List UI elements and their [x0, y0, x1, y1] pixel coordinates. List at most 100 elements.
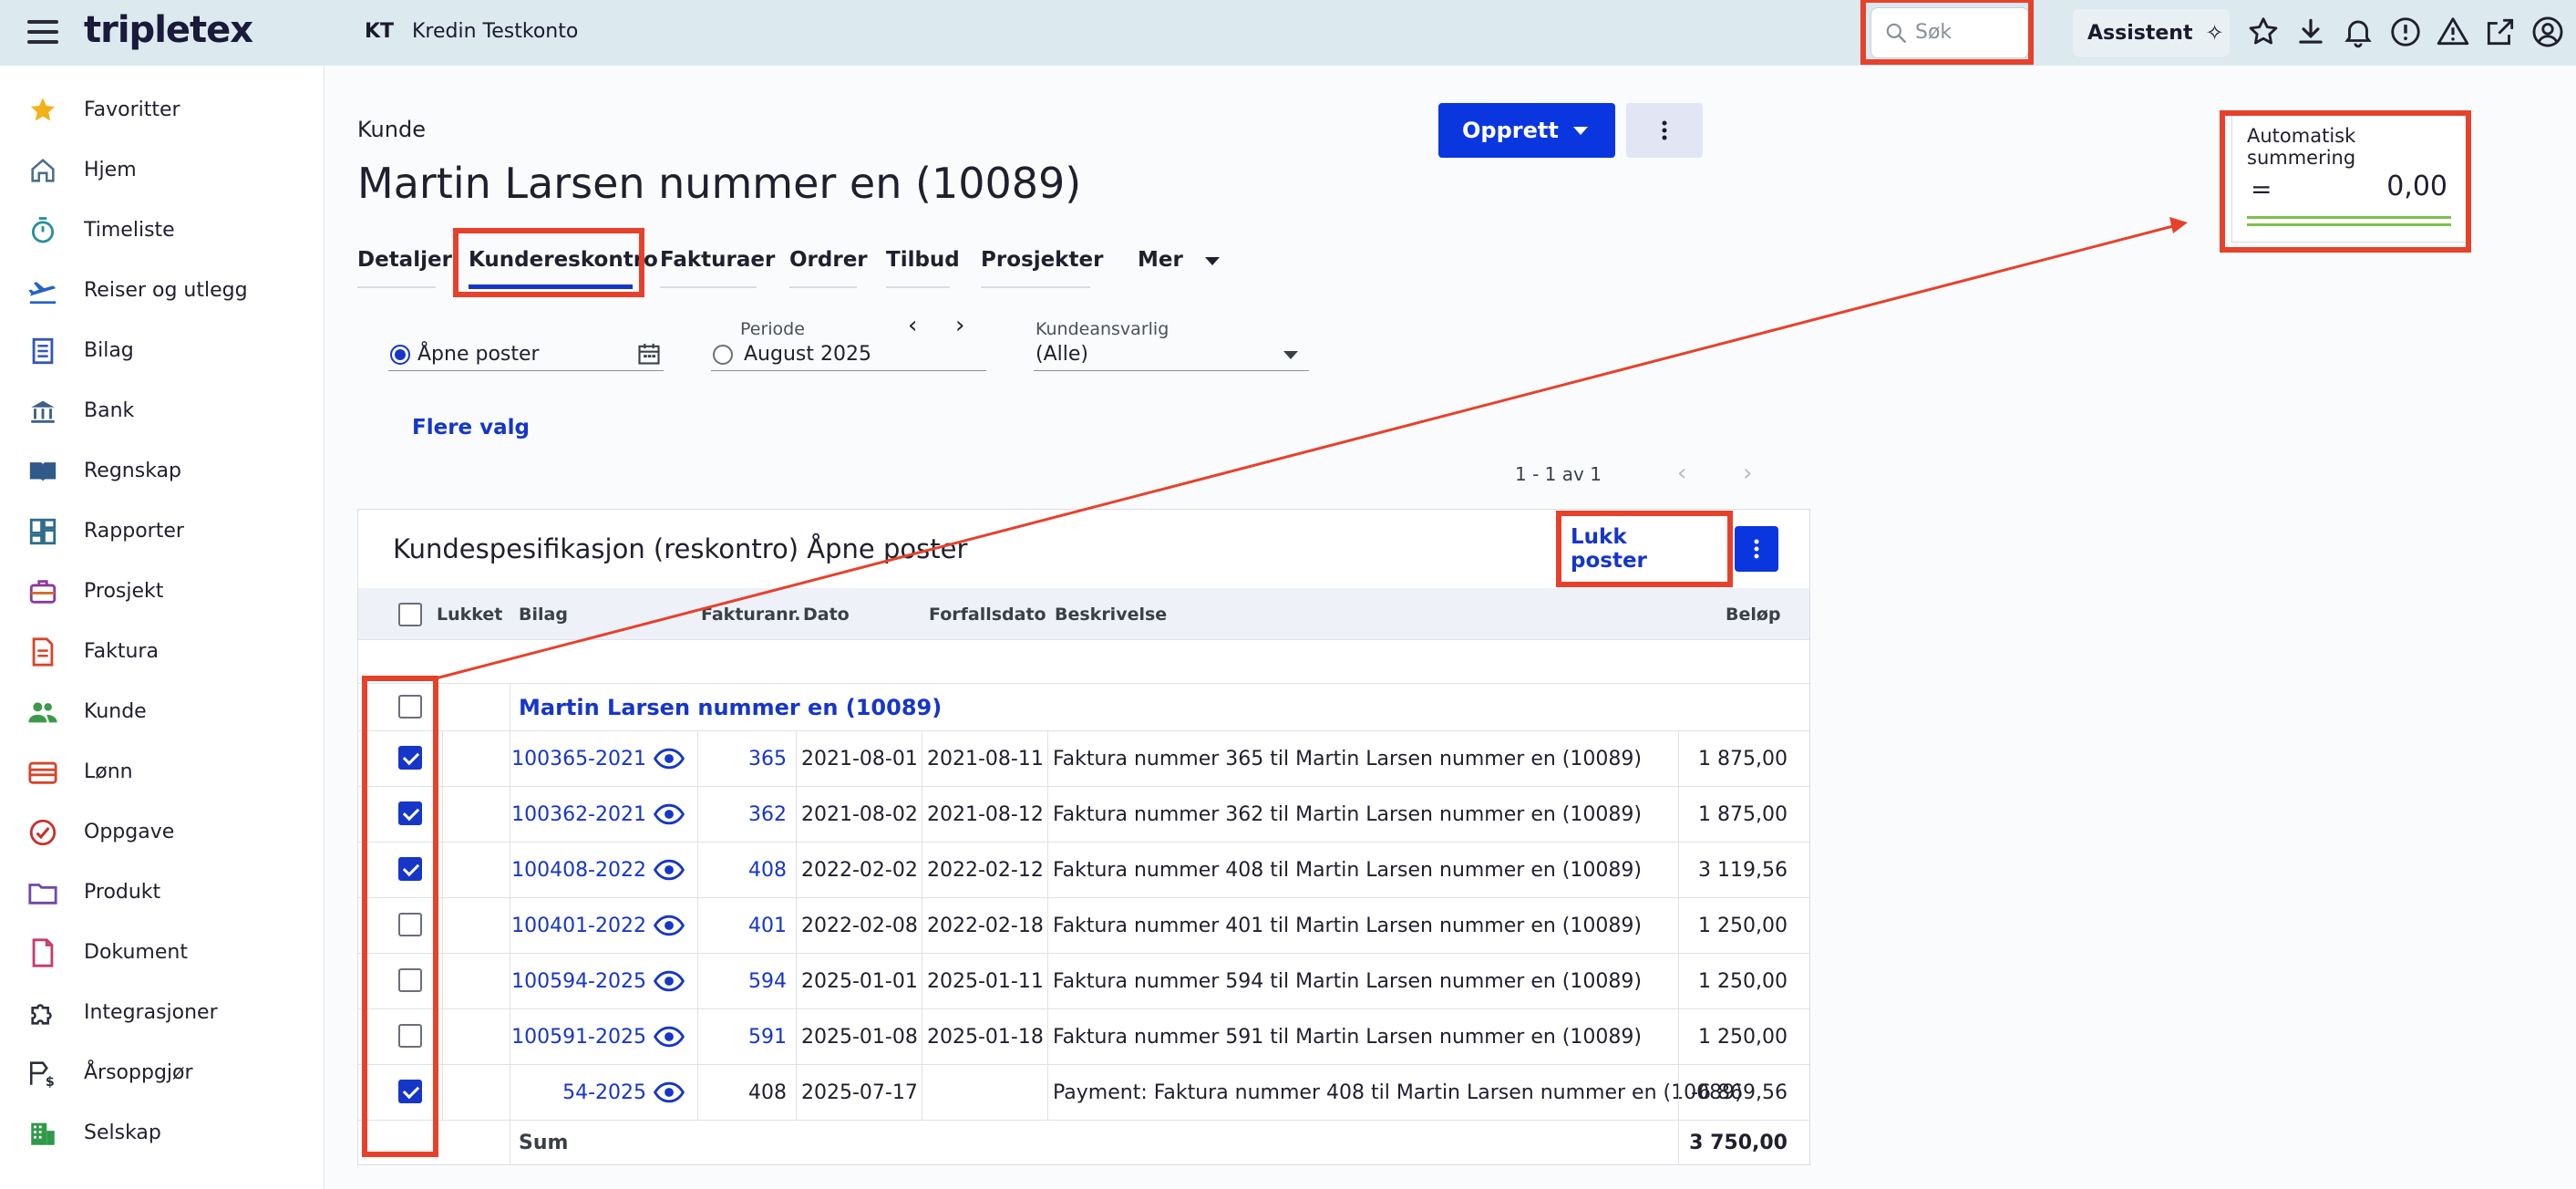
create-button[interactable]: Opprett — [1438, 103, 1615, 158]
pager-next-icon[interactable]: › — [1743, 460, 1752, 487]
sidebar-item--rsoppgj-r[interactable]: $ Årsoppgjør — [0, 1045, 325, 1100]
sidebar-item-favoritter[interactable]: Favoritter — [0, 82, 325, 137]
sidebar-item-label: Timeliste — [84, 219, 175, 242]
user-icon[interactable] — [2530, 15, 2565, 49]
chevron-down-icon[interactable] — [1283, 351, 1298, 359]
invoice-number[interactable]: 408 — [748, 859, 787, 882]
invoice-number[interactable]: 362 — [748, 803, 787, 826]
table-row[interactable]: 100362-2021 362 2021-08-02 2021-08-12 Faktur… — [358, 786, 1809, 842]
open-items-radio[interactable] — [390, 345, 410, 365]
menu-icon[interactable] — [27, 20, 58, 46]
sidebar-item-l-nn[interactable]: Lønn — [0, 744, 325, 799]
row-checkbox[interactable] — [398, 857, 422, 881]
bell-icon[interactable] — [2341, 15, 2375, 49]
sidebar-item-kunde[interactable]: Kunde — [0, 684, 325, 739]
card-more-button[interactable] — [1735, 526, 1778, 572]
invoice-number[interactable]: 365 — [748, 748, 787, 770]
eye-icon[interactable] — [653, 801, 685, 827]
table-row[interactable]: 100408-2022 408 2022-02-02 2022-02-12 Faktur… — [358, 842, 1809, 897]
chevron-left-icon[interactable]: ‹ — [908, 312, 917, 339]
eye-icon[interactable] — [653, 746, 685, 771]
sidebar-item-integrasjoner[interactable]: Integrasjoner — [0, 985, 325, 1039]
sidebar-item-reiser-og-utlegg[interactable]: Reiser og utlegg — [0, 263, 325, 317]
voucher-link[interactable]: 100362-2021 — [511, 803, 646, 826]
group-checkbox[interactable] — [398, 695, 422, 719]
pager-prev-icon[interactable]: ‹ — [1677, 460, 1686, 487]
invoice-number[interactable]: 591 — [748, 1026, 787, 1049]
row-checkbox[interactable] — [398, 1024, 422, 1048]
col-header[interactable]: Beskrivelse — [1055, 605, 1167, 625]
info-circle-icon[interactable] — [2388, 15, 2423, 49]
tab-kundereskontro[interactable]: Kundereskontro — [469, 248, 658, 289]
voucher-link[interactable]: 100591-2025 — [511, 1026, 646, 1049]
sidebar-item-dokument[interactable]: Dokument — [0, 925, 325, 979]
period-value[interactable]: August 2025 — [744, 343, 871, 366]
sidebar-item-faktura[interactable]: Faktura — [0, 624, 325, 678]
table-row[interactable]: 100591-2025 591 2025-01-08 2025-01-18 Faktur… — [358, 1008, 1809, 1064]
sidebar-item-hjem[interactable]: Hjem — [0, 142, 325, 197]
sidebar-item-selskap[interactable]: Selskap — [0, 1105, 325, 1160]
table-row[interactable]: 54-2025 408 2025-07-17 Payment: Faktura num… — [358, 1064, 1809, 1120]
col-header[interactable]: Forfallsdato — [929, 605, 1046, 625]
row-checkbox[interactable] — [398, 1080, 422, 1103]
warning-icon[interactable] — [2436, 15, 2470, 49]
sidebar-item-produkt[interactable]: Produkt — [0, 864, 325, 919]
eye-icon[interactable] — [653, 1080, 685, 1105]
table-row[interactable]: 100594-2025 594 2025-01-01 2025-01-11 Faktur… — [358, 953, 1809, 1008]
table-row[interactable]: 100401-2022 401 2022-02-08 2022-02-18 Faktur… — [358, 897, 1809, 953]
row-checkbox[interactable] — [398, 746, 422, 770]
tab-prosjekter[interactable]: Prosjekter — [981, 248, 1103, 288]
sidebar-item-prosjekt[interactable]: Prosjekt — [0, 563, 325, 618]
breadcrumb[interactable]: Kunde — [357, 117, 426, 142]
select-all-checkbox[interactable] — [398, 603, 422, 626]
tab-detaljer[interactable]: Detaljer — [357, 248, 452, 288]
tab-ordrer[interactable]: Ordrer — [789, 248, 868, 288]
company-name[interactable]: Kredin Testkonto — [412, 20, 578, 43]
col-header[interactable]: Dato — [803, 605, 850, 625]
star-icon[interactable] — [2246, 15, 2281, 49]
sidebar-item-bilag[interactable]: Bilag — [0, 323, 325, 377]
responsible-select[interactable]: (Alle) — [1036, 343, 1088, 366]
col-header[interactable]: Bilag — [519, 605, 568, 625]
sidebar-item-regnskap[interactable]: Regnskap — [0, 443, 325, 498]
calendar-icon[interactable] — [636, 341, 662, 367]
more-options-link[interactable]: Flere valg — [412, 416, 530, 439]
col-header[interactable]: Beløp — [1726, 605, 1781, 625]
voucher-link[interactable]: 54-2025 — [562, 1081, 646, 1104]
search-input[interactable]: Søk — [1870, 7, 2029, 58]
eye-icon[interactable] — [653, 1024, 685, 1049]
sidebar-item-timeliste[interactable]: Timeliste — [0, 202, 325, 257]
chevron-down-icon[interactable] — [1205, 257, 1220, 265]
row-checkbox[interactable] — [398, 913, 422, 936]
chevron-right-icon[interactable]: › — [955, 312, 964, 339]
row-checkbox[interactable] — [398, 968, 422, 992]
col-header[interactable]: Lukket — [437, 605, 502, 625]
tab-mer[interactable]: Mer — [1138, 248, 1183, 288]
voucher-link[interactable]: 100594-2025 — [511, 970, 646, 993]
eye-icon[interactable] — [653, 968, 685, 994]
voucher-link[interactable]: 100365-2021 — [511, 748, 646, 770]
sidebar-item-rapporter[interactable]: Rapporter — [0, 503, 325, 558]
tab-tilbud[interactable]: Tilbud — [886, 248, 960, 288]
invoice-number[interactable]: 401 — [748, 915, 787, 937]
eye-icon[interactable] — [653, 913, 685, 938]
table-row[interactable]: 100365-2021 365 2021-08-01 2021-08-11 Faktur… — [358, 730, 1809, 786]
invoice-number[interactable]: 594 — [748, 970, 787, 993]
col-header[interactable]: Fakturanr. — [701, 605, 801, 625]
voucher-link[interactable]: 100401-2022 — [511, 915, 646, 937]
row-checkbox[interactable] — [398, 801, 422, 825]
period-radio[interactable] — [713, 345, 733, 365]
card-title: Kundespesifikasjon (reskontro) Åpne post… — [393, 533, 968, 564]
download-icon[interactable] — [2293, 15, 2328, 49]
external-link-icon[interactable] — [2483, 15, 2518, 49]
assistant-button[interactable]: Assistent ✧ — [2073, 9, 2230, 57]
voucher-link[interactable]: 100408-2022 — [511, 859, 646, 882]
sidebar-item-oppgave[interactable]: Oppgave — [0, 804, 325, 859]
tab-fakturaer[interactable]: Fakturaer — [660, 248, 775, 288]
group-link[interactable]: Martin Larsen nummer en (10089) — [519, 695, 942, 720]
close-items-button[interactable]: Lukk poster — [1571, 525, 1696, 573]
sidebar-item-bank[interactable]: Bank — [0, 383, 325, 438]
due-date-cell: 2021-08-12 — [927, 803, 1044, 826]
more-actions-button[interactable] — [1626, 103, 1703, 158]
eye-icon[interactable] — [653, 857, 685, 883]
